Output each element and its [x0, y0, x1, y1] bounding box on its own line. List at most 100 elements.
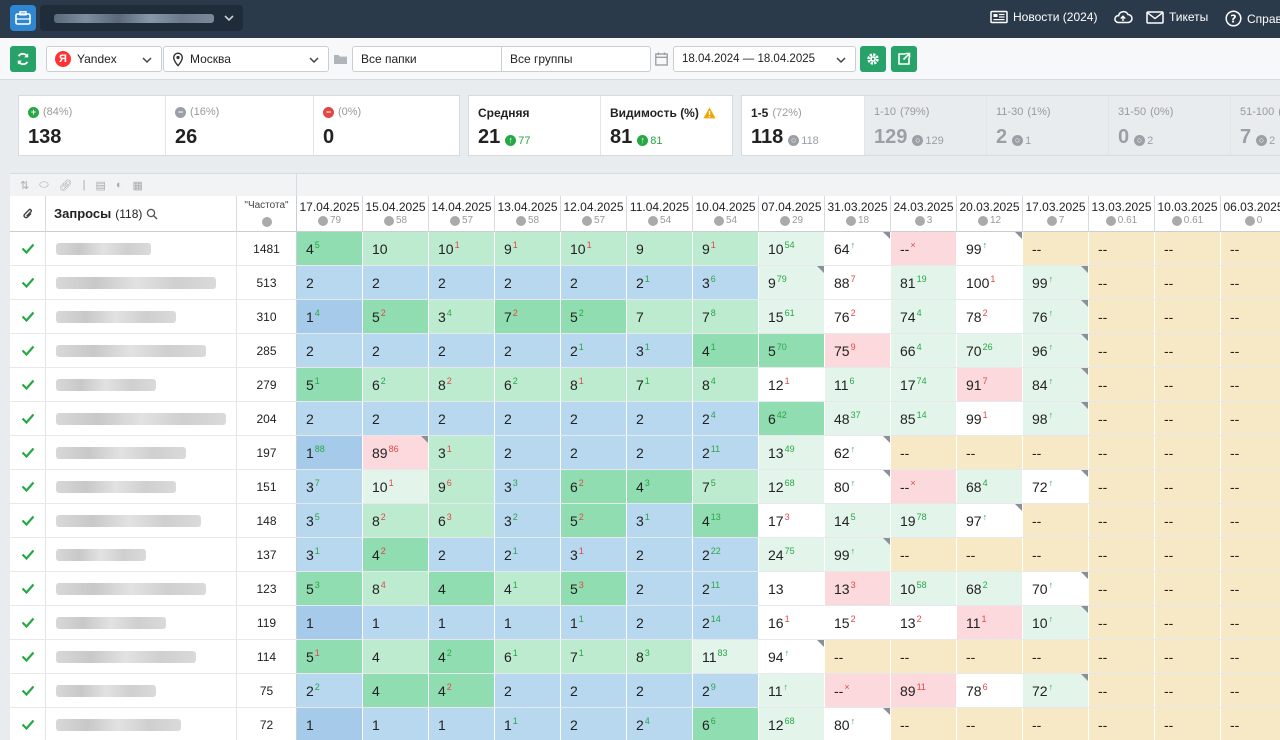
- position-cell[interactable]: --: [1089, 436, 1155, 469]
- position-cell[interactable]: --: [1089, 300, 1155, 333]
- position-cell[interactable]: 14 5: [825, 504, 891, 537]
- search-icon[interactable]: [146, 208, 158, 220]
- position-cell[interactable]: 2: [561, 674, 627, 707]
- position-cell[interactable]: 2: [495, 674, 561, 707]
- position-cell[interactable]: 76 ↑: [1023, 300, 1089, 333]
- position-cell[interactable]: 75 9: [825, 334, 891, 367]
- position-cell[interactable]: 1: [363, 708, 429, 740]
- top-11-30[interactable]: 11-30 (1%) 2 ○ 1: [987, 96, 1109, 155]
- position-cell[interactable]: 10: [363, 232, 429, 265]
- position-cell[interactable]: 99 ↑: [957, 232, 1023, 265]
- table-row[interactable]: 114 5 1 4 4 2 6 1 7 1 8 3 11 83 94 ↑ -- -- -- -- -- -- --: [10, 640, 1280, 674]
- position-cell[interactable]: 52: [363, 300, 429, 333]
- position-cell[interactable]: 1: [429, 606, 495, 639]
- position-cell[interactable]: --: [1155, 368, 1221, 401]
- position-cell[interactable]: 83: [627, 640, 693, 673]
- position-cell[interactable]: 72: [495, 300, 561, 333]
- position-cell[interactable]: 31: [627, 504, 693, 537]
- engine-select[interactable]: Я Yandex: [46, 46, 162, 72]
- position-cell[interactable]: --: [1155, 266, 1221, 299]
- position-cell[interactable]: 37: [297, 470, 363, 503]
- position-cell[interactable]: 62: [363, 368, 429, 401]
- position-cell[interactable]: 9 79: [759, 266, 825, 299]
- cloud-upload-icon[interactable]: [1113, 10, 1133, 24]
- table-row[interactable]: 75 2 2 4 4 2 2 2 2 2 9 11 ↑ -- × 89 11 78 6 72 ↑ -- -- --: [10, 674, 1280, 708]
- position-cell[interactable]: 42: [429, 640, 495, 673]
- position-cell[interactable]: --: [1221, 470, 1280, 503]
- position-cell[interactable]: 88 7: [825, 266, 891, 299]
- project-selector[interactable]: [40, 5, 243, 31]
- position-cell[interactable]: 2: [363, 402, 429, 435]
- position-cell[interactable]: 99 1: [957, 402, 1023, 435]
- query-text-blurred[interactable]: [46, 470, 237, 503]
- position-cell[interactable]: --: [1221, 300, 1280, 333]
- position-cell[interactable]: 66 4: [891, 334, 957, 367]
- position-cell[interactable]: 66: [693, 708, 759, 740]
- table-row[interactable]: 148 3 5 8 2 6 3 3 2 5 2 3 1 4 13 17 3 14 5 19 78 97 ↑ -- -- -- --: [10, 504, 1280, 538]
- position-cell[interactable]: 36: [693, 266, 759, 299]
- position-cell[interactable]: 84: [693, 368, 759, 401]
- stat-up[interactable]: + (84%) 138: [19, 96, 166, 155]
- date-column-header[interactable]: 17.03.2025 7: [1023, 196, 1089, 232]
- folders-select[interactable]: Все папки: [352, 46, 502, 72]
- position-cell[interactable]: 10 1: [429, 232, 495, 265]
- position-cell[interactable]: --: [1221, 572, 1280, 605]
- position-cell[interactable]: --: [1221, 674, 1280, 707]
- position-cell[interactable]: --: [1089, 334, 1155, 367]
- position-cell[interactable]: 72 ↑: [1023, 674, 1089, 707]
- date-column-header[interactable]: 17.04.2025 79: [297, 196, 363, 232]
- position-cell[interactable]: 98 ↑: [1023, 402, 1089, 435]
- position-cell[interactable]: --: [1023, 232, 1089, 265]
- query-text-blurred[interactable]: [46, 368, 237, 401]
- position-cell[interactable]: 2 14: [693, 606, 759, 639]
- position-cell[interactable]: --: [1155, 402, 1221, 435]
- position-cell[interactable]: 85 14: [891, 402, 957, 435]
- position-cell[interactable]: 82: [363, 504, 429, 537]
- position-cell[interactable]: --: [1155, 232, 1221, 265]
- position-cell[interactable]: 10 1: [363, 470, 429, 503]
- query-text-blurred[interactable]: [46, 266, 237, 299]
- position-cell[interactable]: 21: [561, 334, 627, 367]
- position-cell[interactable]: 12 1: [759, 368, 825, 401]
- position-cell[interactable]: --: [825, 640, 891, 673]
- position-cell[interactable]: 71: [627, 368, 693, 401]
- position-cell[interactable]: 2: [561, 436, 627, 469]
- frequency-column-header[interactable]: "Частота": [237, 196, 297, 232]
- position-cell[interactable]: 2: [429, 402, 495, 435]
- position-cell[interactable]: 16 1: [759, 606, 825, 639]
- position-cell[interactable]: 2: [495, 436, 561, 469]
- position-cell[interactable]: 100 1: [957, 266, 1023, 299]
- table-row[interactable]: 197 1 88 89 86 3 1 2 2 2 2 11 13 49 62 ↑ -- -- -- -- -- --: [10, 436, 1280, 470]
- position-cell[interactable]: 1: [363, 606, 429, 639]
- position-cell[interactable]: --: [1221, 708, 1280, 740]
- settings-button[interactable]: [860, 46, 886, 72]
- checkmark-icon[interactable]: [10, 470, 46, 503]
- refresh-button[interactable]: [10, 46, 36, 72]
- position-cell[interactable]: 62: [495, 368, 561, 401]
- query-text-blurred[interactable]: [46, 300, 237, 333]
- link-icon[interactable]: 🔗︎: [59, 179, 73, 192]
- position-cell[interactable]: 70 26: [957, 334, 1023, 367]
- export-button[interactable]: [891, 46, 917, 72]
- position-cell[interactable]: --: [1155, 504, 1221, 537]
- position-cell[interactable]: 2: [561, 402, 627, 435]
- queries-column-header[interactable]: Запросы (118): [46, 196, 237, 232]
- position-cell[interactable]: --: [1221, 538, 1280, 571]
- position-cell[interactable]: --: [1089, 266, 1155, 299]
- query-text-blurred[interactable]: [46, 708, 237, 740]
- checkmark-icon[interactable]: [10, 538, 46, 571]
- date-range-select[interactable]: 18.04.2024 — 18.04.2025: [673, 46, 856, 72]
- calculator-icon[interactable]: ▤: [95, 179, 105, 192]
- table-row[interactable]: 72 1 1 1 1 1 2 2 4 6 6 12 68 80 ↑ -- -- -- -- -- --: [10, 708, 1280, 740]
- position-cell[interactable]: 15 2: [825, 606, 891, 639]
- position-cell[interactable]: 21: [495, 538, 561, 571]
- checkmark-icon[interactable]: [10, 436, 46, 469]
- position-cell[interactable]: 52: [561, 504, 627, 537]
- position-cell[interactable]: 4: [429, 572, 495, 605]
- position-cell[interactable]: 11 1: [957, 606, 1023, 639]
- position-cell[interactable]: 10 ↑: [1023, 606, 1089, 639]
- position-cell[interactable]: 51: [297, 368, 363, 401]
- position-cell[interactable]: 94 ↑: [759, 640, 825, 673]
- position-cell[interactable]: 13 2: [891, 606, 957, 639]
- stat-visibility[interactable]: Видимость (%) 81 ↑ 81: [601, 96, 733, 155]
